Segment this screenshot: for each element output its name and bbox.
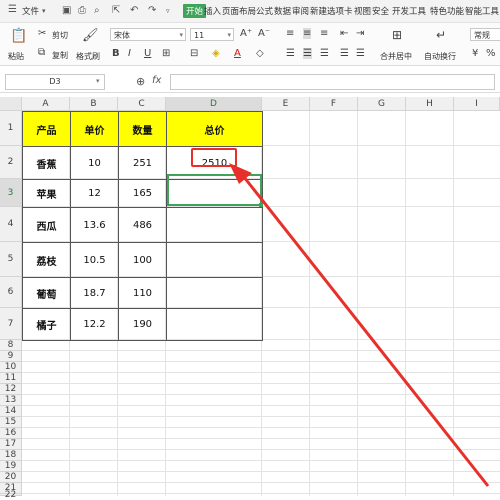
copy-icon[interactable]: ⧉	[38, 47, 45, 58]
tab-developer[interactable]: 开发工具	[392, 5, 426, 17]
wrap-text-button[interactable]: 自动换行	[424, 51, 456, 62]
increase-font-icon[interactable]: A⁺	[240, 28, 252, 39]
menu-bar: ☰ 文件 ▾ ▣ ⎙ ⌕ ⇱ ↶ ↷ ▿ 开始 插入 页面布局 公式 数据 审阅…	[0, 0, 500, 23]
tab-insert[interactable]: 插入	[204, 5, 221, 17]
format-painter-button[interactable]: 格式刷	[76, 51, 100, 62]
font-size-select[interactable]: 11 ▾	[190, 28, 234, 41]
ribbon-toolbar: 📋 粘贴 ✂ 剪切 ⧉ 复制 🖌 格式刷 宋体 ▾ 11 ▾ A⁺ A⁻ B I U…	[0, 23, 500, 66]
chevron-down-icon: ▾	[227, 31, 231, 39]
tab-formulas[interactable]: 公式	[256, 5, 273, 17]
font-color-icon[interactable]: A	[234, 48, 241, 59]
currency-icon[interactable]: ¥	[472, 48, 478, 59]
chevron-down-icon: ▾	[179, 31, 183, 39]
undo-icon[interactable]: ↶	[130, 5, 138, 16]
eraser-icon[interactable]: ◇	[256, 48, 264, 59]
align-left-icon[interactable]: ☰	[286, 48, 295, 59]
align-right-icon[interactable]: ☰	[320, 48, 329, 59]
save-icon[interactable]: ▣	[62, 5, 71, 16]
tab-security[interactable]: 安全	[372, 5, 389, 17]
percent-icon[interactable]: %	[486, 48, 496, 59]
border-icon[interactable]: ⊞	[162, 48, 170, 59]
italic-icon[interactable]: I	[128, 48, 131, 59]
format-painter-icon[interactable]: 🖌	[82, 28, 99, 43]
scissors-icon[interactable]: ✂	[38, 28, 46, 39]
tab-data[interactable]: 数据	[274, 5, 291, 17]
align-bottom-icon[interactable]: ≡	[320, 28, 328, 39]
tab-page-layout[interactable]: 页面布局	[222, 5, 256, 17]
spreadsheet-grid[interactable]: ABCDEFGHI 1 2 3 4 5 6 7 8 9 10 11 12 13 14 15 16 17 18 19 2…	[0, 97, 500, 500]
merge-icon[interactable]: ⊟	[190, 48, 198, 59]
cut-button[interactable]: 剪切	[52, 30, 68, 41]
print-icon[interactable]: ⎙	[78, 5, 86, 16]
export-icon[interactable]: ⇱	[112, 5, 120, 16]
merge-center-button[interactable]: 合并居中	[380, 51, 412, 62]
align-top-icon[interactable]: ≡	[286, 28, 294, 39]
align-center-icon[interactable]: ☰	[303, 48, 312, 59]
tab-review[interactable]: 审阅	[292, 5, 309, 17]
align-middle-icon[interactable]: ≡	[303, 28, 312, 39]
arrow-line	[238, 171, 490, 487]
function-icon[interactable]: fx	[152, 75, 161, 86]
number-format-select[interactable]: 常规	[470, 28, 500, 41]
font-name-select[interactable]: 宋体 ▾	[110, 28, 186, 41]
chevron-down-icon[interactable]: ▾	[42, 7, 46, 15]
formula-bar: D3 ▾ ⊕ fx	[0, 70, 500, 93]
hamburger-menu-icon[interactable]: ☰	[8, 4, 17, 15]
copy-button[interactable]: 复制	[52, 50, 68, 61]
tab-features[interactable]: 特色功能	[430, 5, 464, 17]
indent-decrease-icon[interactable]: ⇤	[340, 28, 348, 39]
wrap-text-icon[interactable]: ↵	[436, 28, 446, 42]
bold-icon[interactable]: B	[112, 48, 120, 59]
fill-color-icon[interactable]: ◈	[212, 48, 220, 59]
file-menu[interactable]: 文件	[22, 5, 39, 17]
merge-center-icon[interactable]: ⊞	[392, 28, 402, 42]
chevron-down-icon[interactable]: ▾	[96, 77, 100, 85]
tab-smart-tools[interactable]: 智能工具	[465, 5, 499, 17]
justify-icon[interactable]: ☰	[340, 48, 349, 59]
customize-dropdown-icon[interactable]: ▿	[166, 7, 170, 15]
tab-view[interactable]: 视图	[354, 5, 371, 17]
indent-increase-icon[interactable]: ⇥	[356, 28, 364, 39]
paste-button[interactable]: 粘贴	[8, 51, 24, 62]
tab-new-tab[interactable]: 新建选项卡	[310, 5, 353, 17]
paste-icon[interactable]: 📋	[10, 28, 27, 44]
redo-icon[interactable]: ↷	[148, 5, 156, 16]
decrease-font-icon[interactable]: A⁻	[258, 28, 270, 39]
print-preview-icon[interactable]: ⌕	[94, 5, 100, 16]
annotation-arrow	[229, 163, 490, 487]
tab-home[interactable]: 开始	[183, 4, 207, 18]
name-box-value: D3	[49, 77, 61, 86]
underline-icon[interactable]: U	[144, 48, 151, 59]
formula-input[interactable]	[170, 74, 495, 90]
font-size-value: 11	[194, 31, 205, 40]
distribute-icon[interactable]: ☰	[356, 48, 365, 59]
name-box[interactable]: D3	[5, 74, 105, 90]
font-name-value: 宋体	[114, 31, 130, 40]
zoom-icon[interactable]: ⊕	[136, 75, 145, 88]
number-format-value: 常规	[474, 31, 490, 40]
